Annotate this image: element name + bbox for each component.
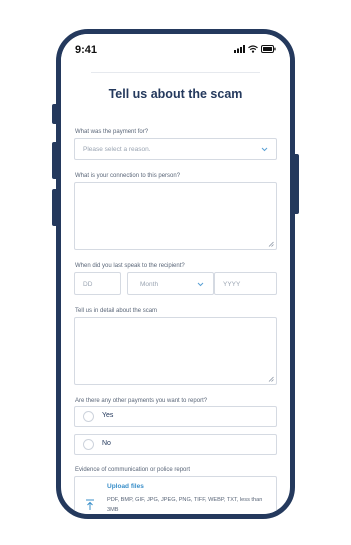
radio-label-no: No: [102, 440, 111, 447]
radio-button[interactable]: [83, 411, 94, 422]
radio-option-no[interactable]: No: [74, 434, 277, 455]
form-content: Tell us about the scam What was the paym…: [61, 34, 290, 514]
resize-handle-icon[interactable]: [268, 376, 274, 382]
battery-icon: [261, 45, 276, 53]
year-placeholder: YYYY: [223, 280, 241, 288]
signal-icon: [234, 45, 245, 53]
upload-dropzone[interactable]: Upload files PDF, BMP, GIF, JPG, JPEG, P…: [74, 476, 277, 514]
last-spoke-label: When did you last speak to the recipient…: [75, 263, 185, 269]
details-textarea[interactable]: [74, 317, 277, 385]
other-payments-label: Are there any other payments you want to…: [75, 398, 208, 404]
chevron-down-icon: [197, 282, 204, 287]
payment-for-select[interactable]: Please select a reason.: [74, 138, 277, 160]
details-label: Tell us in detail about the scam: [75, 308, 158, 314]
radio-button[interactable]: [83, 439, 94, 450]
payment-for-placeholder: Please select a reason.: [83, 146, 151, 153]
upload-description: PDF, BMP, GIF, JPG, JPEG, PNG, TIFF, WEB…: [107, 497, 263, 513]
resize-handle-icon[interactable]: [268, 241, 274, 247]
status-time: 9:41: [75, 44, 98, 56]
status-bar: 9:41: [61, 34, 290, 64]
status-icons: [234, 45, 276, 53]
connection-label: What is your connection to this person?: [75, 173, 181, 179]
radio-label-yes: Yes: [102, 412, 114, 419]
evidence-label: Evidence of communication or police repo…: [75, 467, 191, 473]
day-input[interactable]: DD: [74, 272, 121, 295]
upload-files-link[interactable]: Upload files: [107, 483, 144, 490]
month-select[interactable]: Month: [127, 272, 214, 295]
radio-option-yes[interactable]: Yes: [74, 406, 277, 427]
page-title: Tell us about the scam: [108, 87, 243, 101]
payment-for-label: What was the payment for?: [75, 129, 149, 135]
month-placeholder: Month: [140, 280, 159, 288]
chevron-down-icon: [261, 147, 268, 152]
header-divider: [91, 72, 260, 73]
wifi-icon: [248, 45, 258, 53]
upload-icon: [86, 499, 94, 510]
phone-frame: 9:41 Tell us about the scam What was the…: [56, 29, 295, 519]
connection-textarea[interactable]: [74, 182, 277, 250]
day-placeholder: DD: [83, 280, 93, 288]
year-input[interactable]: YYYY: [214, 272, 277, 295]
